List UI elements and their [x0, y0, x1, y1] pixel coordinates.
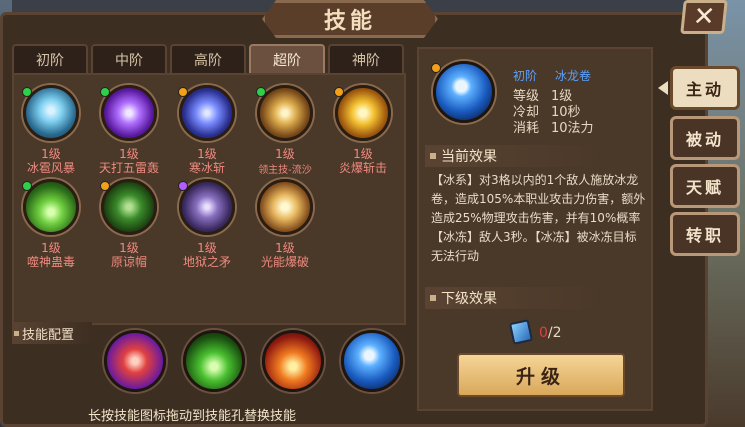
tornado-icon[interactable]	[341, 330, 403, 392]
side-tab-class-change[interactable]: 转职	[670, 212, 740, 256]
cost-label: 消耗	[513, 121, 540, 136]
badge-icon	[22, 181, 32, 191]
light-blast-icon	[257, 179, 313, 235]
ice-tornado-icon	[433, 61, 495, 123]
next-effect-header: 下级效果	[425, 287, 605, 309]
bullet-icon	[14, 331, 19, 336]
green-flame-icon[interactable]	[183, 330, 245, 392]
badge-icon	[334, 87, 344, 97]
next-effect-title: 下级效果	[441, 291, 497, 307]
badge-icon	[100, 87, 110, 97]
book-count: 0/2	[539, 325, 562, 341]
fist-icon[interactable]	[104, 330, 166, 392]
skill-item[interactable]: 1级 冰雹风暴	[16, 85, 86, 175]
skill-name: 炎爆斩击	[338, 161, 387, 175]
skill-config-label: 技能配置	[12, 322, 92, 344]
skill-name: 领主技-流沙	[258, 165, 312, 176]
fire-icon[interactable]	[262, 330, 324, 392]
skill-name: 地狱之矛	[182, 255, 231, 269]
skill-item[interactable]: 1级 天打五雷轰	[94, 85, 164, 175]
current-effect-header: 当前效果	[425, 145, 605, 167]
badge-icon	[100, 181, 110, 191]
drag-hint: 长按技能图标拖动到技能孔替换技能	[88, 409, 297, 424]
skill-item[interactable]: 1级 寒冰斩	[172, 85, 242, 175]
tab-tier-1[interactable]: 初阶	[12, 44, 88, 74]
skill-item[interactable]: 1级 炎爆斩击	[328, 85, 398, 175]
window-title: 技能	[262, 0, 438, 38]
badge-icon	[178, 87, 188, 97]
current-effect-title: 当前效果	[441, 149, 497, 165]
detail-tier: 初阶	[513, 69, 538, 83]
skill-level: 1级	[275, 147, 295, 161]
skill-item[interactable]: 1级 地狱之矛	[172, 179, 242, 269]
close-icon[interactable]: ✕	[680, 0, 728, 34]
skill-config-text: 技能配置	[22, 327, 75, 343]
side-tab-talent[interactable]: 天赋	[670, 164, 740, 208]
badge-icon	[256, 87, 266, 97]
skill-item[interactable]: 1级 原谅帽	[94, 179, 164, 269]
skill-name: 寒冰斩	[188, 161, 225, 175]
badge-icon	[431, 63, 441, 73]
skill-name: 天打五雷轰	[98, 161, 159, 175]
detail-cost-row: 消耗 10法力	[513, 117, 594, 136]
detail-skill-name: 冰龙卷	[555, 69, 592, 83]
tab-tier-4[interactable]: 超阶	[249, 44, 325, 74]
skill-item[interactable]: 1级 领主技-流沙	[250, 85, 320, 176]
bullet-icon	[430, 153, 436, 159]
skill-book-icon	[508, 319, 534, 345]
skill-name: 冰雹风暴	[26, 161, 75, 175]
skill-name: 原谅帽	[110, 255, 147, 269]
book-have: 0	[539, 325, 548, 341]
skill-detail-panel: 初阶 冰龙卷 等级 1级 冷却 10秒 消耗 10法力 当前效果 【冰系】对3格以内的…	[417, 47, 653, 411]
skill-item[interactable]: 1级 噬神蛊毒	[16, 179, 86, 269]
skill-name: 光能爆破	[260, 255, 309, 269]
badge-icon	[22, 87, 32, 97]
tab-tier-3[interactable]: 高阶	[170, 44, 246, 74]
skill-item[interactable]: 1级 光能爆破	[250, 179, 320, 269]
current-effect-text: 【冰系】对3格以内的1个敌人施放冰龙卷，造成105%本职业攻击力伤害，额外造成2…	[431, 173, 646, 263]
active-arrow-icon	[658, 81, 668, 95]
tab-tier-2[interactable]: 中阶	[91, 44, 167, 74]
skill-grid: 1级 冰雹风暴 1级 天打五雷轰 1级 寒冰斩 1级 领主技-流沙 1级 炎爆斩…	[12, 73, 406, 325]
badge-icon	[178, 181, 188, 191]
tab-tier-5[interactable]: 神阶	[328, 44, 404, 74]
side-tab-passive[interactable]: 被动	[670, 116, 740, 160]
book-need: /2	[547, 325, 562, 341]
cost-value: 10法力	[551, 121, 594, 136]
upgrade-button[interactable]: 升级	[457, 353, 625, 397]
skill-name: 噬神蛊毒	[26, 255, 75, 269]
side-tab-active[interactable]: 主动	[670, 66, 740, 110]
bullet-icon	[430, 295, 436, 301]
